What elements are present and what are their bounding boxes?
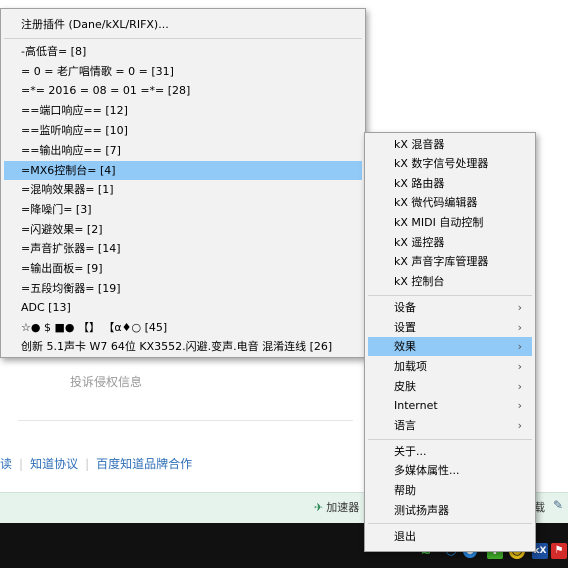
menu-separator xyxy=(4,38,362,39)
menu-item-about[interactable]: 关于... xyxy=(368,442,532,461)
footer-separator: | xyxy=(19,457,24,471)
menu-item-effect-highlighted[interactable]: =MX6控制台= [4] xyxy=(4,161,362,180)
menu-item-language[interactable]: 语言 › xyxy=(368,416,532,435)
footer-link-read[interactable]: 读 xyxy=(0,455,12,472)
menu-item-label: 语言 xyxy=(394,419,416,432)
effects-submenu: 注册插件 (Dane/kXL/RIFX)... -高低音= [8] = 0 = … xyxy=(0,8,366,358)
menu-item-effect[interactable]: ==端口响应== [12] xyxy=(4,101,362,120)
brush-icon[interactable]: ✎ xyxy=(553,498,563,512)
menu-item-effect[interactable]: =混响效果器= [1] xyxy=(4,180,362,199)
menu-item-kx-midi[interactable]: kX MIDI 自动控制 xyxy=(368,213,532,232)
menu-item-effect[interactable]: =*= 2016 = 08 = 01 =*= [28] xyxy=(4,81,362,100)
menu-item-label: Internet xyxy=(394,399,438,412)
menu-item-effects[interactable]: 效果 › xyxy=(368,337,532,356)
menu-item-help[interactable]: 帮助 xyxy=(368,481,532,500)
chevron-right-icon: › xyxy=(517,321,522,334)
menu-item-label: 效果 xyxy=(394,340,416,353)
menu-item-kx-router[interactable]: kX 路由器 xyxy=(368,174,532,193)
menu-item-register-plugin[interactable]: 注册插件 (Dane/kXL/RIFX)... xyxy=(4,15,362,34)
menu-item-effect[interactable]: 创新 5.1声卡 W7 64位 KX3552.闪避.变声.电音 混淆连线 [26… xyxy=(4,337,362,356)
menu-item-internet[interactable]: Internet › xyxy=(368,396,532,415)
menu-item-effect[interactable]: =输出面板= [9] xyxy=(4,259,362,278)
menu-separator xyxy=(368,439,532,440)
menu-item-effect[interactable]: =闪避效果= [2] xyxy=(4,220,362,239)
chevron-right-icon: › xyxy=(517,301,522,314)
menu-item-label: 加载项 xyxy=(394,360,427,373)
menu-item-exit[interactable]: 退出 xyxy=(368,527,532,546)
menu-item-label: 设备 xyxy=(394,301,416,314)
menu-item-settings[interactable]: 设置 › xyxy=(368,318,532,337)
footer-separator: | xyxy=(85,457,90,471)
menu-item-test-speakers[interactable]: 测试扬声器 xyxy=(368,501,532,520)
menu-item-effect[interactable]: = 0 = 老广唱情歌 = 0 = [31] xyxy=(4,62,362,81)
chevron-right-icon: › xyxy=(517,399,522,412)
menu-item-devices[interactable]: 设备 › xyxy=(368,298,532,317)
accelerator-button[interactable]: ✈ 加速器 xyxy=(314,499,359,515)
footer-link-agreement[interactable]: 知道协议 xyxy=(30,455,78,472)
chevron-right-icon: › xyxy=(517,360,522,373)
menu-separator xyxy=(368,295,532,296)
menu-item-effect[interactable]: ==监听响应== [10] xyxy=(4,121,362,140)
background-divider xyxy=(18,420,353,421)
menu-item-effect[interactable]: =降噪门= [3] xyxy=(4,200,362,219)
menu-separator xyxy=(368,523,532,524)
menu-item-skins[interactable]: 皮肤 › xyxy=(368,377,532,396)
kx-tray-context-menu: kX 混音器 kX 数字信号处理器 kX 路由器 kX 微代码编辑器 kX MI… xyxy=(364,132,536,552)
menu-item-effect[interactable]: ==输出响应== [7] xyxy=(4,141,362,160)
accelerator-label: 加速器 xyxy=(326,501,360,514)
menu-item-effect[interactable]: ☆● $ ■● 【】 【α♦○ [45] xyxy=(4,318,362,337)
chevron-right-icon: › xyxy=(517,380,522,393)
rocket-icon: ✈ xyxy=(314,501,324,514)
footer-links: 读 | 知道协议 | 百度知道品牌合作 xyxy=(0,455,192,472)
menu-item-effect[interactable]: -高低音= [8] xyxy=(4,42,362,61)
chevron-right-icon: › xyxy=(517,419,522,432)
menu-item-kx-mixer[interactable]: kX 混音器 xyxy=(368,135,532,154)
menu-item-kx-microcode-editor[interactable]: kX 微代码编辑器 xyxy=(368,193,532,212)
menu-item-addons[interactable]: 加载项 › xyxy=(368,357,532,376)
chevron-right-icon: › xyxy=(517,340,522,353)
menu-item-label: 设置 xyxy=(394,321,416,334)
flag-icon[interactable]: ⚑ xyxy=(551,543,567,559)
menu-item-effect[interactable]: =五段均衡器= [19] xyxy=(4,279,362,298)
menu-item-multimedia-properties[interactable]: 多媒体属性... xyxy=(368,461,532,480)
menu-item-kx-dsp[interactable]: kX 数字信号处理器 xyxy=(368,154,532,173)
menu-item-kx-console[interactable]: kX 控制台 xyxy=(368,272,532,291)
menu-item-effect[interactable]: ADC [13] xyxy=(4,298,362,317)
footer-link-brand[interactable]: 百度知道品牌合作 xyxy=(96,455,192,472)
complaint-link[interactable]: 投诉侵权信息 xyxy=(70,373,142,390)
menu-item-label: 皮肤 xyxy=(394,380,416,393)
menu-item-kx-remote[interactable]: kX 遥控器 xyxy=(368,233,532,252)
menu-item-kx-soundfont[interactable]: kX 声音字库管理器 xyxy=(368,252,532,271)
menu-item-effect[interactable]: =声音扩张器= [14] xyxy=(4,239,362,258)
